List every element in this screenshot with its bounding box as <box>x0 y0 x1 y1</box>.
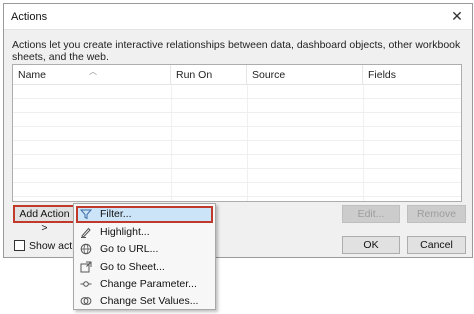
table-row <box>13 86 461 99</box>
menu-item-label: Filter... <box>100 208 132 220</box>
set-values-icon <box>80 297 92 305</box>
column-header-source[interactable]: Source <box>247 65 363 85</box>
menu-item-change-parameter[interactable]: Change Parameter... <box>76 276 213 293</box>
highlight-icon <box>81 227 91 238</box>
column-header-fields[interactable]: Fields <box>363 65 461 85</box>
column-header-name[interactable]: Name ︿ <box>13 65 171 85</box>
menu-item-label: Go to URL... <box>100 243 159 255</box>
ok-button[interactable]: OK <box>342 236 400 254</box>
menu-item-label: Highlight... <box>100 226 150 238</box>
table-row <box>13 184 461 197</box>
dialog-title: Actions <box>11 11 48 23</box>
go-to-sheet-icon <box>80 261 92 273</box>
column-header-run-on[interactable]: Run On <box>171 65 247 85</box>
table-row <box>13 114 461 127</box>
table-row <box>13 128 461 141</box>
menu-item-label: Change Set Values... <box>100 295 199 307</box>
parameter-icon <box>80 281 92 287</box>
cancel-button[interactable]: Cancel <box>407 236 466 254</box>
sort-ascending-icon: ︿ <box>89 67 97 76</box>
actions-table[interactable]: Name ︿ Run On Source Fields <box>12 64 462 202</box>
show-actions-checkbox[interactable] <box>14 240 25 251</box>
edit-button[interactable]: Edit... <box>342 205 400 223</box>
filter-icon <box>80 209 92 220</box>
dialog-description: Actions let you create interactive relat… <box>12 39 461 63</box>
menu-item-label: Go to Sheet... <box>100 261 165 273</box>
menu-item-go-to-sheet[interactable]: Go to Sheet... <box>76 259 213 276</box>
table-header: Name ︿ Run On Source Fields <box>13 65 461 85</box>
title-bar: Actions ✕ <box>4 4 472 30</box>
table-row <box>13 156 461 169</box>
globe-icon <box>80 243 92 255</box>
table-row <box>13 142 461 155</box>
menu-item-filter[interactable]: Filter... <box>76 206 213 223</box>
column-header-name-label: Name <box>18 69 47 81</box>
close-icon[interactable]: ✕ <box>450 9 464 23</box>
table-row <box>13 170 461 183</box>
menu-item-change-set-values[interactable]: Change Set Values... <box>76 293 213 310</box>
add-action-button[interactable]: Add Action > <box>13 205 76 234</box>
menu-item-highlight[interactable]: Highlight... <box>76 224 213 241</box>
table-row <box>13 100 461 113</box>
add-action-menu: Filter... Highlight... Go to URL... Go t… <box>73 203 216 310</box>
menu-item-go-to-url[interactable]: Go to URL... <box>76 241 213 258</box>
menu-item-label: Change Parameter... <box>100 278 197 290</box>
remove-button[interactable]: Remove <box>407 205 466 223</box>
